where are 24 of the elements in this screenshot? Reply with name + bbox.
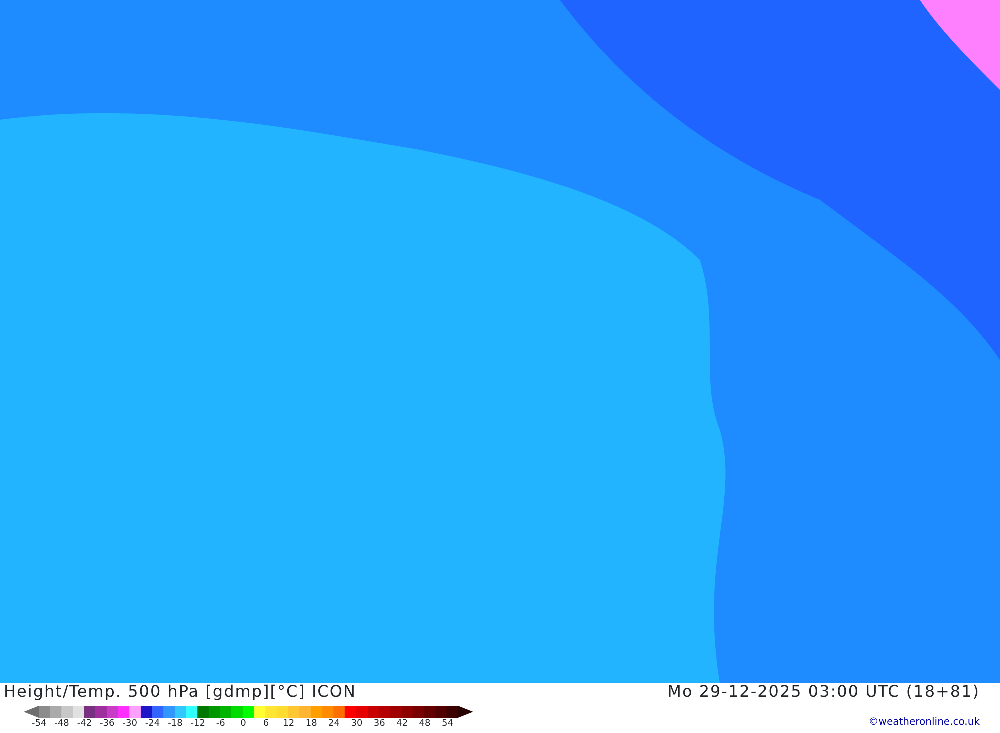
scale-label: -6 — [215, 719, 226, 729]
scale-label: 30 — [350, 719, 364, 729]
scale-label: -18 — [167, 719, 184, 729]
left-arrow-icon — [24, 706, 39, 718]
scale-label: -48 — [54, 719, 70, 729]
scale-label: 36 — [372, 719, 386, 729]
scale-label: -42 — [76, 719, 94, 729]
scale-label: 54 — [440, 719, 454, 729]
scale-label: 48 — [418, 719, 432, 729]
scale-label: -54 — [30, 719, 48, 729]
scale-label: 12 — [282, 719, 296, 729]
right-arrow-icon — [458, 706, 474, 718]
scale-label: 42 — [396, 719, 410, 729]
chart-title: Height/Temp. 500 hPa [gdmp][°C] ICON — [3, 683, 358, 701]
scale-label: 18 — [304, 719, 318, 729]
scale-label: 24 — [328, 719, 341, 729]
scale-label: -30 — [122, 719, 138, 729]
scale-label: -12 — [190, 719, 206, 729]
scale-label: -24 — [144, 719, 162, 729]
valid-time: Mo 29-12-2025 03:00 UTC (18+81) — [668, 683, 980, 701]
scale-label: 0 — [240, 719, 248, 729]
scale-label: 6 — [262, 719, 270, 729]
credit-text: ©weatheronline.co.uk — [868, 717, 980, 729]
scale-label: -36 — [99, 719, 116, 729]
